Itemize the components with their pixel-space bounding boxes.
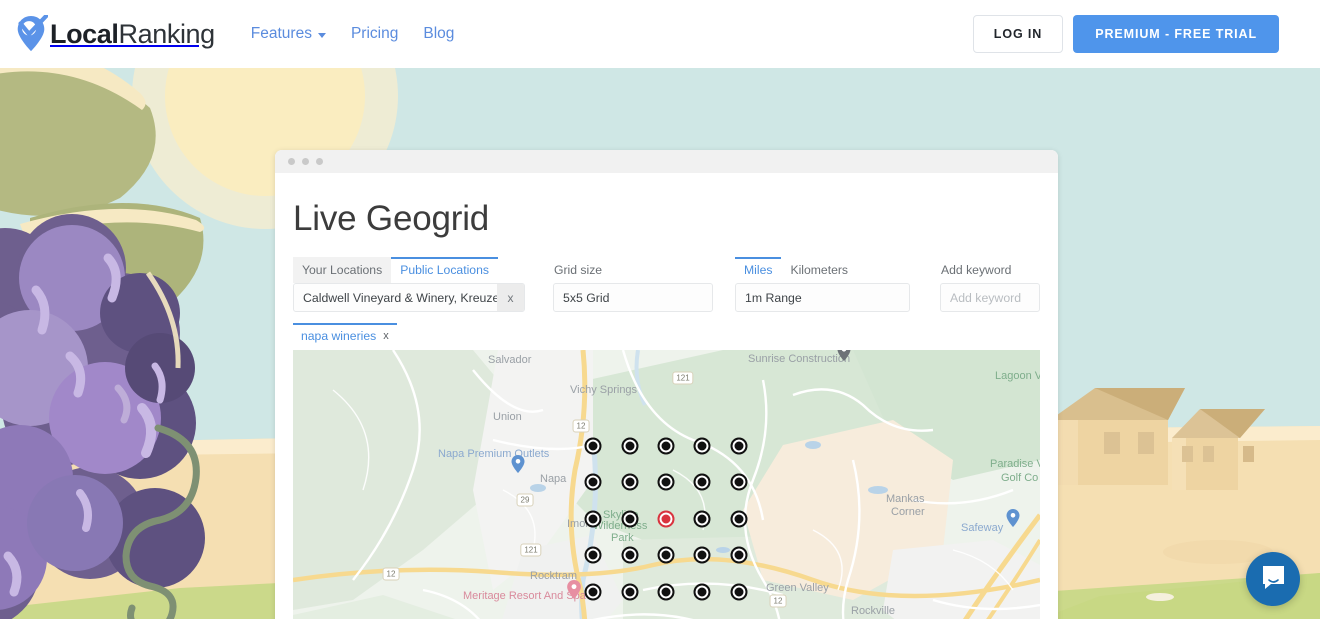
grid-marker-r1c4[interactable] [694, 438, 711, 455]
grid-marker-r1c5[interactable] [731, 438, 748, 455]
geogrid-marker-layer [293, 350, 1040, 619]
grid-marker-r3c2[interactable] [622, 511, 639, 528]
grid-marker-r4c3[interactable] [658, 547, 675, 564]
logo[interactable]: LocalRanking [14, 15, 215, 53]
keyword-chip-list: napa wineries x [293, 323, 1040, 347]
tab-miles[interactable]: Miles [735, 257, 781, 283]
grid-size-value: 5x5 Grid [554, 291, 712, 305]
premium-free-trial-button[interactable]: PREMIUM - FREE TRIAL [1073, 15, 1279, 53]
grid-marker-r2c2[interactable] [622, 474, 639, 491]
grid-marker-r5c3[interactable] [658, 584, 675, 601]
grid-marker-r3c3-active[interactable] [658, 511, 675, 528]
logo-local: Local [50, 19, 119, 49]
range-value: 1m Range [736, 291, 909, 305]
grid-marker-r1c1[interactable] [585, 438, 602, 455]
app-body: Live Geogrid Your Locations Public Locat… [275, 199, 1058, 619]
grid-marker-r4c4[interactable] [694, 547, 711, 564]
tab-your-locations[interactable]: Your Locations [293, 257, 391, 283]
grid-marker-r2c1[interactable] [585, 474, 602, 491]
window-maximize-dot-icon [316, 158, 323, 165]
location-input[interactable]: Caldwell Vineyard & Winery, Kreuzer Lane… [293, 283, 525, 312]
add-keyword-placeholder: Add keyword [941, 291, 1021, 305]
grid-marker-r3c1[interactable] [585, 511, 602, 528]
grid-size-control: Grid size 5x5 Grid [553, 263, 713, 312]
window-minimize-dot-icon [302, 158, 309, 165]
intercom-chat-button[interactable] [1246, 552, 1300, 606]
logo-ranking: Ranking [119, 19, 215, 49]
keyword-chip-label: napa wineries [301, 329, 376, 343]
grid-marker-r5c2[interactable] [622, 584, 639, 601]
main-nav: Features Pricing Blog [251, 25, 455, 43]
site-header: LocalRanking Features Pricing Blog LOG I… [0, 0, 1320, 68]
grid-size-label: Grid size [553, 263, 713, 277]
remove-keyword-icon[interactable]: x [383, 330, 389, 342]
grid-marker-r1c3[interactable] [658, 438, 675, 455]
location-tabs: Your Locations Public Locations [293, 257, 525, 283]
location-control: Your Locations Public Locations Caldwell… [293, 257, 525, 312]
location-value: Caldwell Vineyard & Winery, Kreuzer Lane… [294, 291, 497, 305]
grid-size-select[interactable]: 5x5 Grid [553, 283, 713, 312]
nav-label-pricing: Pricing [351, 25, 398, 43]
grid-marker-r5c5[interactable] [731, 584, 748, 601]
window-close-dot-icon [288, 158, 295, 165]
range-select[interactable]: 1m Range [735, 283, 910, 312]
nav-item-features[interactable]: Features [251, 25, 326, 43]
chat-bubble-icon [1261, 565, 1286, 593]
page-title: Live Geogrid [293, 199, 1040, 239]
chevron-down-icon [318, 33, 326, 38]
grid-marker-r4c1[interactable] [585, 547, 602, 564]
grid-marker-r5c4[interactable] [694, 584, 711, 601]
nav-item-blog[interactable]: Blog [423, 25, 454, 43]
grid-marker-r2c5[interactable] [731, 474, 748, 491]
tab-kilometers[interactable]: Kilometers [781, 257, 857, 283]
map-pin-check-icon [14, 15, 48, 53]
unit-tabs: Miles Kilometers [735, 257, 910, 283]
keyword-control: Add keyword Add keyword [940, 263, 1040, 312]
range-control: Miles Kilometers 1m Range [735, 257, 910, 312]
clear-location-button[interactable]: x [497, 284, 524, 311]
keyword-chip[interactable]: napa wineries x [293, 323, 397, 347]
nav-label-blog: Blog [423, 25, 454, 43]
grid-marker-r2c4[interactable] [694, 474, 711, 491]
add-keyword-input[interactable]: Add keyword [940, 283, 1040, 312]
grid-marker-r3c4[interactable] [694, 511, 711, 528]
grid-marker-r4c5[interactable] [731, 547, 748, 564]
header-actions: LOG IN PREMIUM - FREE TRIAL [973, 15, 1279, 53]
grid-marker-r2c3[interactable] [658, 474, 675, 491]
grid-marker-r3c5[interactable] [731, 511, 748, 528]
login-button[interactable]: LOG IN [973, 15, 1063, 53]
grid-marker-r5c1[interactable] [585, 584, 602, 601]
browser-mockup-card: Live Geogrid Your Locations Public Locat… [275, 150, 1058, 619]
add-keyword-label: Add keyword [940, 263, 1040, 277]
grid-marker-r1c2[interactable] [622, 438, 639, 455]
browser-title-bar [275, 150, 1058, 173]
logo-text: LocalRanking [50, 19, 215, 50]
nav-item-pricing[interactable]: Pricing [351, 25, 398, 43]
tab-public-locations[interactable]: Public Locations [391, 257, 498, 283]
controls-row: Your Locations Public Locations Caldwell… [293, 257, 1040, 312]
grid-marker-r4c2[interactable] [622, 547, 639, 564]
nav-label-features: Features [251, 25, 312, 43]
geogrid-map[interactable]: Salvador Vichy Springs Sunrise Construct… [293, 350, 1040, 619]
